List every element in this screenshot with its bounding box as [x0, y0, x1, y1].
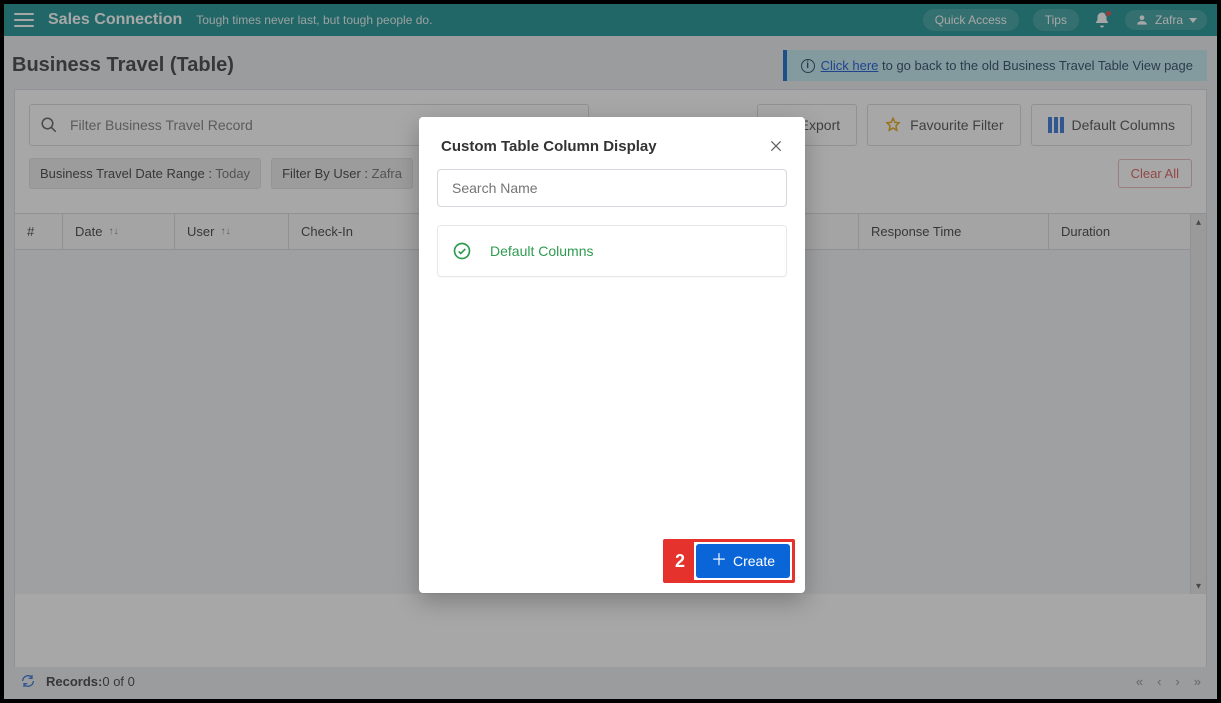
modal-title: Custom Table Column Display — [441, 138, 657, 155]
create-label: Create — [733, 553, 775, 569]
callout-number: 2 — [666, 542, 694, 580]
close-button[interactable] — [765, 135, 787, 157]
create-callout: 2 ＋ Create — [663, 539, 795, 583]
option-label: Default Columns — [490, 243, 594, 259]
modal-search-input[interactable] — [450, 179, 774, 197]
check-circle-icon — [452, 241, 472, 261]
modal-search[interactable] — [437, 169, 787, 207]
column-display-modal: Custom Table Column Display Default Colu… — [419, 117, 805, 593]
close-icon — [768, 138, 784, 154]
create-button[interactable]: ＋ Create — [696, 544, 790, 578]
option-default-columns[interactable]: Default Columns — [437, 225, 787, 277]
